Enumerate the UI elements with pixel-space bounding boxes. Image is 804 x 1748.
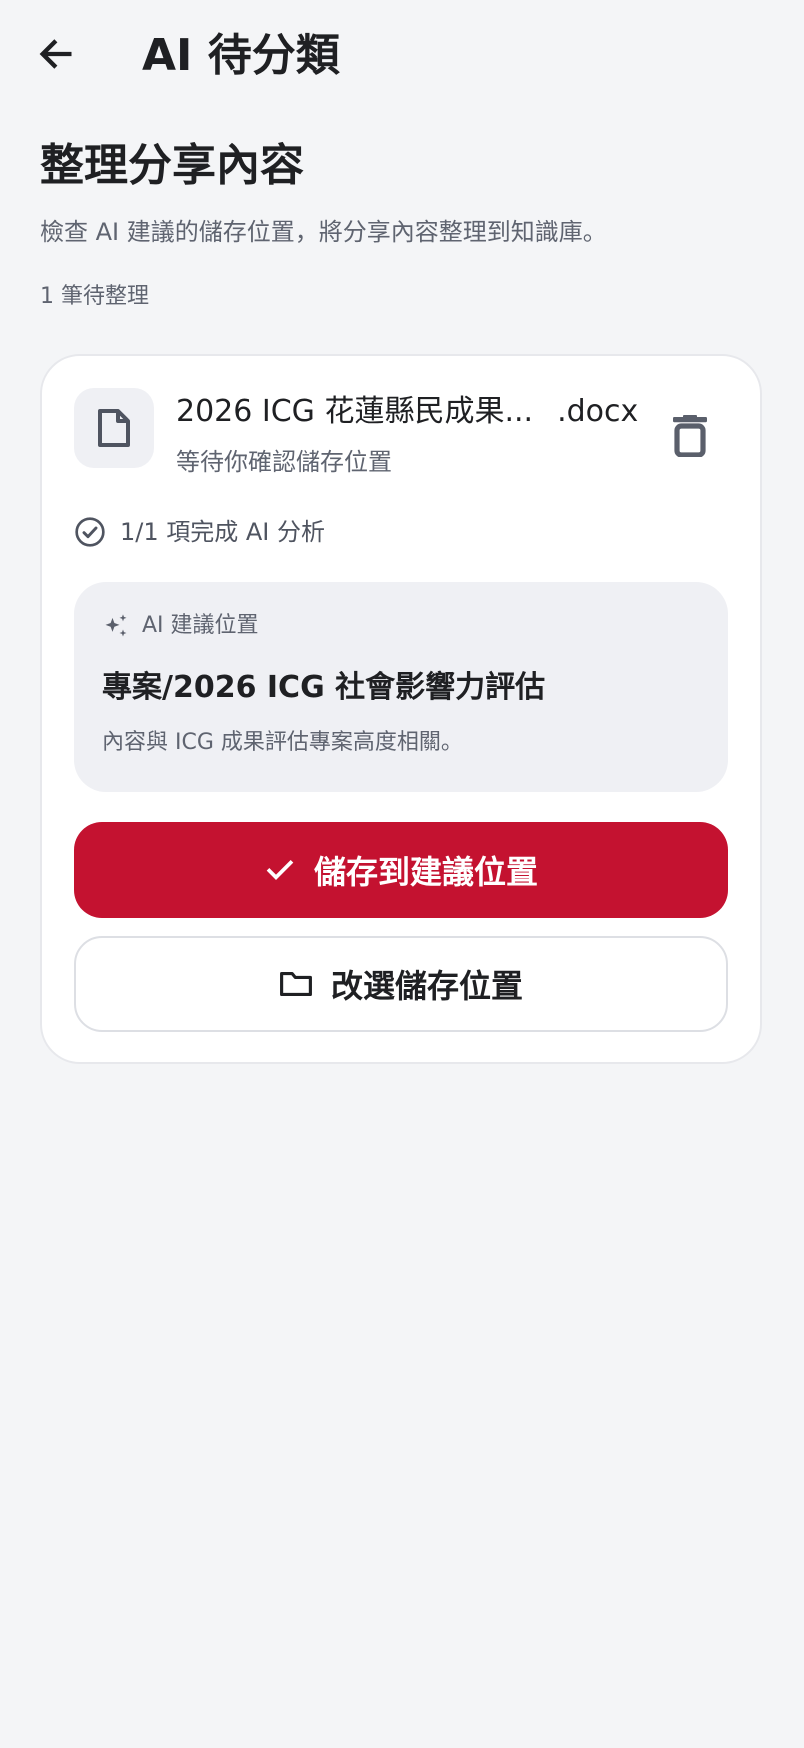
file-status: 等待你確認儲存位置 — [176, 448, 392, 476]
ai-suggestion-label-row: AI 建議位置 — [102, 608, 259, 644]
section-heading: 整理分享內容 — [40, 140, 304, 191]
analysis-text: 1/1 項完成 AI 分析 — [120, 518, 326, 546]
document-icon — [98, 409, 130, 447]
change-button-label: 改選儲存位置 — [330, 967, 523, 1005]
file-name: 2026 ICG 花蓮縣民成果... .docx — [176, 390, 638, 434]
file-name-stem: 2026 ICG 花蓮縣民成果... — [176, 394, 534, 429]
change-location-button[interactable]: 改選儲存位置 — [74, 936, 728, 1032]
check-icon — [266, 860, 294, 880]
page-title: AI 待分類 — [142, 30, 340, 81]
back-button[interactable] — [28, 26, 84, 82]
pending-count: 1 筆待整理 — [40, 284, 149, 309]
arrow-left-icon — [39, 39, 72, 69]
analysis-status: 1/1 項完成 AI 分析 — [74, 512, 325, 552]
check-circle-icon — [75, 517, 105, 547]
pending-item-card: 2026 ICG 花蓮縣民成果... .docx 等待你確認儲存位置 1/1 項… — [40, 354, 762, 1064]
save-to-suggested-button[interactable]: 儲存到建議位置 — [74, 822, 728, 918]
app-bar: AI 待分類 — [0, 0, 804, 112]
ai-suggestion-panel: AI 建議位置 專案/2026 ICG 社會影響力評估 內容與 ICG 成果評估… — [74, 582, 728, 792]
suggested-path: 專案/2026 ICG 社會影響力評估 — [102, 670, 546, 705]
suggestion-reason: 內容與 ICG 成果評估專案高度相關。 — [102, 730, 463, 755]
trash-icon — [673, 415, 707, 457]
folder-icon — [280, 971, 312, 997]
sparkle-icon — [105, 614, 127, 637]
save-button-label: 儲存到建議位置 — [313, 853, 538, 891]
section-description: 檢查 AI 建議的儲存位置，將分享內容整理到知識庫。 — [40, 218, 607, 246]
file-icon-tile — [74, 388, 154, 468]
delete-button[interactable] — [654, 400, 726, 472]
ai-suggestion-label: AI 建議位置 — [142, 613, 259, 638]
file-extension: .docx — [557, 394, 639, 429]
